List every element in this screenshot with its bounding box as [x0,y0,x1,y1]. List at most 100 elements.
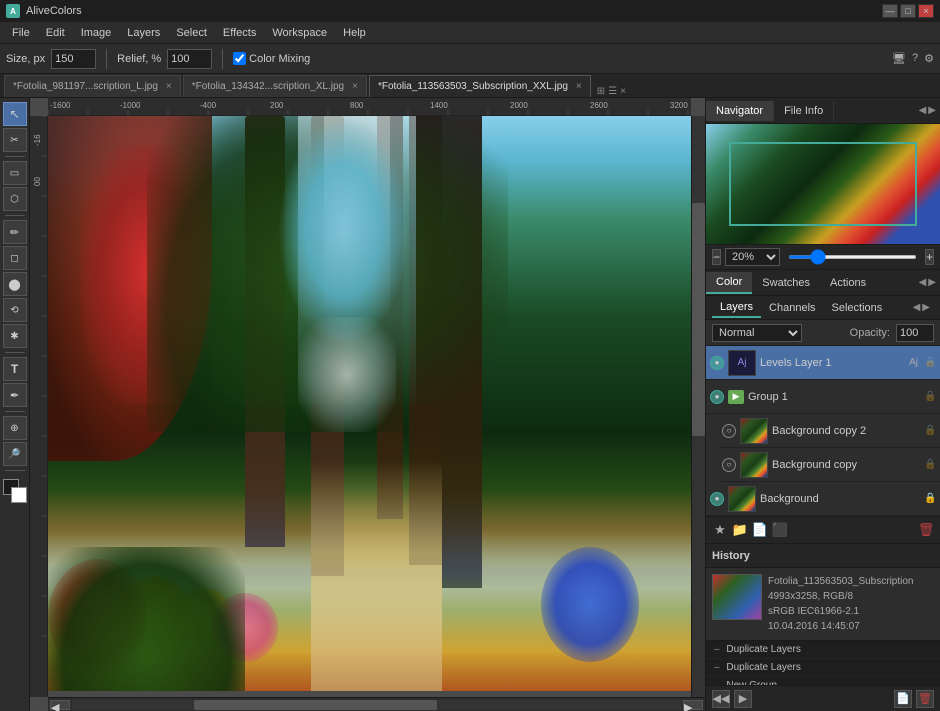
toolbar-icon-settings[interactable]: ⚙ [924,52,934,65]
relief-input[interactable] [167,49,212,69]
tool-lasso[interactable]: ⬡ [3,187,27,211]
layer-item-levels[interactable]: ● Aj Levels Layer 1 Aj 🔒 [706,346,940,380]
tab-0-close[interactable]: × [166,81,172,92]
scroll-thumb-v[interactable] [692,203,705,435]
tab-color[interactable]: Color [706,272,752,294]
tool-heal[interactable]: ✱ [3,324,27,348]
layer-add-btn[interactable]: 📄 [750,520,770,540]
tab-swatches[interactable]: Swatches [752,273,820,293]
layer-lock-bgcopy: 🔒 [924,459,936,471]
tool-fill[interactable]: ⬤ [3,272,27,296]
scroll-left-btn[interactable]: ◀ [50,700,70,710]
scroll-track-h[interactable] [72,700,681,710]
layer-eye-bgcopy[interactable]: ○ [722,458,736,472]
app-icon: A [6,4,20,18]
layers-panel-arrow-left[interactable]: ◀ [913,302,921,313]
zoom-out-btn[interactable]: − [712,249,721,265]
layer-item-bg[interactable]: ● Background 🔒 [706,482,940,516]
nav-viewport-rect[interactable] [729,142,916,226]
tab-file-info[interactable]: File Info [774,101,834,121]
tool-pen[interactable]: ✒ [3,383,27,407]
menu-edit[interactable]: Edit [38,25,73,41]
svg-text:200: 200 [270,101,284,110]
layer-lock-bg[interactable]: 🔒 [924,493,936,505]
menu-help[interactable]: Help [335,25,374,41]
zoom-in-btn[interactable]: + [925,249,934,265]
color-panel-arrow-left[interactable]: ◀ [919,277,927,288]
tab-2[interactable]: *Fotolia_113563503_Subscription_XXL.jpg … [369,75,591,97]
tool-brush[interactable]: ✏ [3,220,27,244]
tool-text[interactable]: T [3,357,27,381]
history-item-1[interactable]: – Duplicate Layers [706,659,940,677]
panel-arrow-right[interactable]: ▶ [928,105,936,116]
window-controls[interactable]: — □ × [882,4,934,18]
color-swatches [3,479,27,503]
tab-icon-2[interactable]: ☰ [608,86,617,97]
menu-layers[interactable]: Layers [119,25,168,41]
tab-navigator[interactable]: Navigator [706,101,774,121]
color-mixing-checkbox[interactable] [233,52,246,65]
scrollbar-vertical[interactable] [691,116,705,697]
tab-channels[interactable]: Channels [761,299,823,317]
menu-select[interactable]: Select [168,25,215,41]
history-item-0[interactable]: – Duplicate Layers [706,641,940,659]
history-thumbnail [712,574,762,620]
scrollbar-horizontal[interactable]: ◀ ▶ [48,697,705,711]
history-nav-start[interactable]: ◀◀ [712,690,730,708]
tool-zoom[interactable]: 🔎 [3,442,27,466]
history-item-2[interactable]: – New Group [706,677,940,685]
layer-eye-group1[interactable]: ● [710,390,724,404]
tool-crop[interactable]: ✂ [3,128,27,152]
layer-eye-levels[interactable]: ● [710,356,724,370]
panel-arrow-left[interactable]: ◀ [919,105,927,116]
svg-text:-400: -400 [200,101,217,110]
layer-delete-btn[interactable]: 🗑 [916,520,936,540]
menu-effects[interactable]: Effects [215,25,264,41]
tab-1-close[interactable]: × [352,81,358,92]
blend-mode-select[interactable]: Normal Multiply Screen Overlay [712,324,802,342]
tab-selections[interactable]: Selections [824,299,891,317]
close-button[interactable]: × [918,4,934,18]
tab-actions[interactable]: Actions [820,273,876,293]
maximize-button[interactable]: □ [900,4,916,18]
history-nav-prev[interactable]: ▶ [734,690,752,708]
layer-mask-btn[interactable]: ⬛ [770,520,790,540]
color-panel-arrow-right[interactable]: ▶ [928,277,936,288]
layer-new-fx-btn[interactable]: ★ [710,520,730,540]
minimize-button[interactable]: — [882,4,898,18]
history-new-btn[interactable]: 📄 [894,690,912,708]
layer-item-bgcopy2[interactable]: ○ Background copy 2 🔒 [718,414,940,448]
scroll-thumb-h[interactable] [194,700,438,710]
tool-gradient[interactable]: ⊕ [3,416,27,440]
layer-item-group1[interactable]: ● ▶ Group 1 🔒 [706,380,940,414]
layer-item-bgcopy[interactable]: ○ Background copy 🔒 [718,448,940,482]
history-delete-btn[interactable]: 🗑 [916,690,934,708]
opacity-input[interactable] [896,324,934,342]
layer-folder-btn[interactable]: 📁 [730,520,750,540]
layer-eye-bg[interactable]: ● [710,492,724,506]
scroll-right-btn[interactable]: ▶ [683,700,703,710]
tab-icon-1[interactable]: ⊞ [597,86,605,97]
tab-0[interactable]: *Fotolia_981197...scription_L.jpg × [4,75,181,97]
tab-layers[interactable]: Layers [712,298,761,318]
menu-workspace[interactable]: Workspace [264,25,335,41]
canvas-image[interactable] [48,116,705,691]
background-color[interactable] [11,487,27,503]
tool-rect[interactable]: ▭ [3,161,27,185]
tab-close-all[interactable]: × [620,86,626,97]
tab-1[interactable]: *Fotolia_134342...scription_XL.jpg × [183,75,367,97]
toolbar-icon-monitor[interactable]: 🖥 [892,52,906,65]
toolbar: Size, px Relief, % Color Mixing 🖥 ? ⚙ [0,44,940,74]
zoom-slider[interactable] [788,255,917,259]
tool-select[interactable]: ↖ [3,102,27,126]
tool-eraser[interactable]: ◻ [3,246,27,270]
toolbar-icon-help[interactable]: ? [912,52,918,65]
zoom-select[interactable]: 20% 25% 50% 100% [725,248,780,266]
tool-clone[interactable]: ⟲ [3,298,27,322]
menu-image[interactable]: Image [73,25,120,41]
menu-file[interactable]: File [4,25,38,41]
tab-2-close[interactable]: × [576,81,582,92]
layers-panel-arrow-right[interactable]: ▶ [922,302,930,313]
layer-eye-bgcopy2[interactable]: ○ [722,424,736,438]
size-input[interactable] [51,49,96,69]
